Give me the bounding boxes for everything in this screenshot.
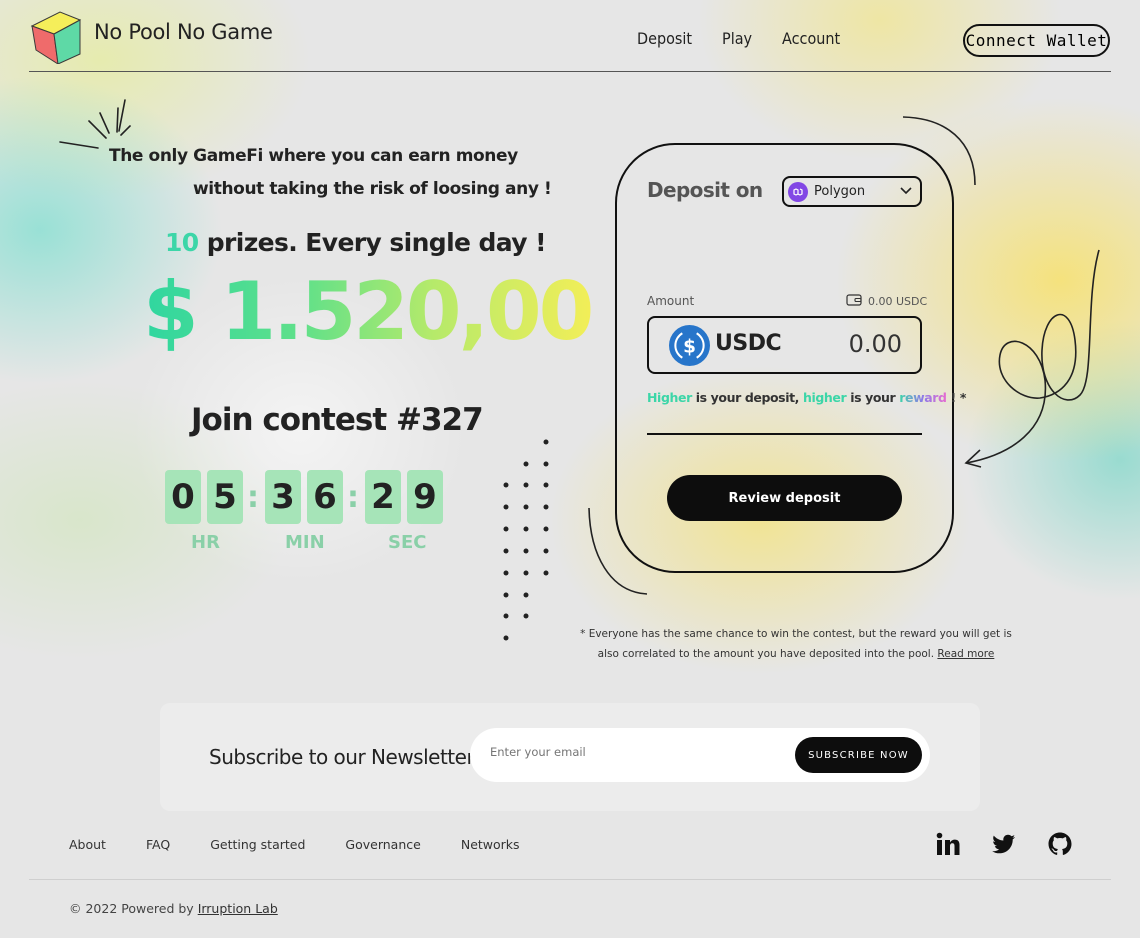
timer-second-digit-1: 2 [365,470,401,524]
brand-name[interactable]: No Pool No Game [94,20,273,44]
twitter-icon[interactable] [992,832,1016,856]
prize-amount: $ 1.520,00 [143,265,594,358]
timer-sec-label: SEC [388,532,427,553]
countdown-timer: 0 5 : 3 6 : 2 9 HR MIN SEC [165,470,445,560]
network-name: Polygon [814,184,866,199]
polygon-icon [788,181,808,202]
timer-second-digit-2: 9 [407,470,443,524]
card-divider [647,433,922,435]
newsletter-title: Subscribe to our Newsletter [209,745,475,769]
footer-link-getting-started[interactable]: Getting started [210,837,305,852]
wallet-icon [846,294,862,309]
balance-value: 0.00 USDC [868,295,928,308]
newsletter-form: SUBSCRIBE NOW [470,728,930,782]
social-links [936,832,1072,856]
main-nav: Deposit Play Account [637,29,840,48]
chevron-down-icon [900,184,912,199]
timer-colon: : [247,480,259,515]
svg-text:$: $ [683,337,696,358]
timer-colon: : [347,480,359,515]
timer-hour-digit-2: 5 [207,470,243,524]
wallet-balance: 0.00 USDC [846,294,927,309]
tagline-line-1: The only GameFi where you can earn money [109,146,518,166]
amount-input[interactable] [802,330,902,358]
timer-hr-label: HR [191,532,220,553]
hint-higher-1: Higher [647,390,692,405]
timer-min-label: MIN [285,532,325,553]
timer-minute-digit-1: 3 [265,470,301,524]
email-input[interactable] [490,745,780,759]
logo-cube-icon[interactable] [30,6,82,64]
github-icon[interactable] [1048,832,1072,856]
usdc-icon: $ [669,325,710,366]
hint-higher-2: higher [803,390,847,405]
prizes-text: prizes. Every single day ! [198,228,547,257]
footer-link-governance[interactable]: Governance [345,837,420,852]
hint-text-1: is your deposit, [691,390,803,405]
deposit-hint: Higher is your deposit, higher is your r… [647,390,966,405]
footer-links: About FAQ Getting started Governance Net… [69,837,560,852]
prizes-count: 10 [165,228,199,257]
copyright-text: © 2022 Powered by [69,901,198,916]
hint-reward: reward [899,390,947,405]
footer-link-faq[interactable]: FAQ [146,837,170,852]
tagline-line-2: without taking the risk of loosing any ! [193,179,552,199]
copyright: © 2022 Powered by Irruption Lab [69,901,278,916]
nav-deposit[interactable]: Deposit [637,29,692,48]
read-more-link[interactable]: Read more [937,648,994,660]
deposit-title: Deposit on [647,178,763,202]
deposit-footnote: * Everyone has the same chance to win th… [580,624,1012,664]
contest-title: Join contest #327 [191,402,484,438]
subscribe-button[interactable]: SUBSCRIBE NOW [795,737,922,773]
review-deposit-button[interactable]: Review deposit [667,475,902,521]
footer-link-networks[interactable]: Networks [461,837,520,852]
token-label: USDC [715,331,782,356]
connect-wallet-button[interactable]: Connect Wallet [963,24,1110,57]
footer-link-about[interactable]: About [69,837,106,852]
timer-hour-digit-1: 0 [165,470,201,524]
nav-play[interactable]: Play [722,29,752,48]
header-divider [29,71,1111,72]
nav-account[interactable]: Account [782,29,840,48]
linkedin-icon[interactable] [936,832,960,856]
irruption-lab-link[interactable]: Irruption Lab [198,901,278,916]
timer-minute-digit-2: 6 [307,470,343,524]
prizes-headline: 10 prizes. Every single day ! [165,228,547,257]
footer-divider [29,879,1111,880]
hint-end: ! * [946,390,967,405]
network-select[interactable]: Polygon [782,176,922,207]
amount-label: Amount [647,294,695,308]
amount-input-box[interactable]: $ USDC [647,316,922,374]
newsletter-section: Subscribe to our Newsletter SUBSCRIBE NO… [160,703,980,811]
hint-text-2: is your [846,390,900,405]
